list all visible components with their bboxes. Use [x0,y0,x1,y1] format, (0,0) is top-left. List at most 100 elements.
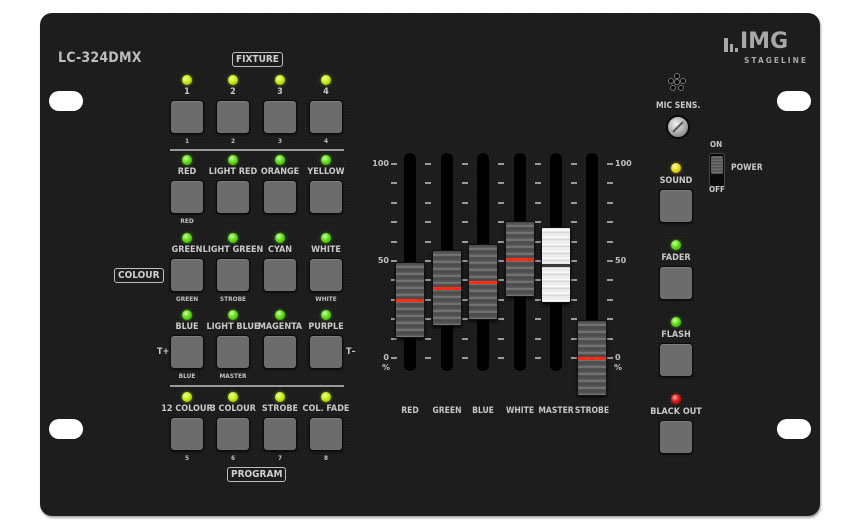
scale-tick [607,201,613,204]
scale-tick [498,298,504,301]
scale-label-mid-right: 50 [615,256,627,265]
scale-tick [462,163,468,165]
power-switch[interactable] [709,153,725,187]
scale-label-top-left: 100 [372,159,389,168]
button-blue[interactable] [170,335,204,369]
scale-tick [498,337,504,340]
fader-strobe[interactable] [577,320,607,396]
scale-tick [535,318,541,321]
button-label-light-red: LIGHT RED [208,167,258,177]
power-off-label: OFF [709,185,725,194]
led-magenta [275,310,285,320]
fader-label-green: GREEN [432,406,462,416]
tempo-minus-label: T– [346,347,356,357]
scale-label-top-right: 100 [615,159,632,168]
fader-white[interactable] [505,221,535,298]
button-label-col-fade: COL. FADE [302,404,350,414]
button-label-orange: ORANGE [260,167,300,177]
button-label-light-green: LIGHT GREEN [202,245,264,255]
fader-blue[interactable] [468,244,498,321]
button-label-strobe: STROBE [261,404,299,414]
power-label: POWER [731,163,763,173]
mic-sens-label: MIC SENS. [656,101,701,111]
button-1[interactable] [170,100,204,134]
scale-tick [425,182,431,185]
scale-tick [571,240,577,243]
led-green [182,233,192,243]
led-purple [321,310,331,320]
button-label-yellow: YELLOW [307,167,345,177]
scale-tick [571,318,577,321]
button-2[interactable] [216,100,250,134]
scale-tick [607,260,613,262]
scale-tick [498,182,504,185]
scale-tick [498,240,504,243]
mic-sensitivity-knob[interactable] [666,115,690,139]
rack-mount-hole-top-right [777,91,811,111]
led-orange [275,155,285,165]
button-12-colour[interactable] [170,417,204,451]
led-3 [275,75,285,85]
button-sublabel-blue: BLUE [178,372,196,380]
button-label-2: 2 [230,87,236,97]
led-red [182,155,192,165]
button-black-out[interactable] [659,420,693,454]
button-col-fade[interactable] [309,417,343,451]
led-light-red [228,155,238,165]
scale-tick [571,260,577,262]
led-cyan [275,233,285,243]
button-sublabel-2: 2 [230,137,236,145]
button-purple[interactable] [309,335,343,369]
scale-label-bottom-left: 0 [383,353,389,362]
scale-tick [535,182,541,185]
power-switch-lever[interactable] [711,156,723,174]
button-sublabel-3: 3 [277,137,283,145]
section-label-fixture: FIXTURE [232,52,283,67]
button-label-magenta: MAGENTA [257,322,303,332]
brand-logo: IMG STAGELINE [724,29,806,70]
button-sublabel-white: WHITE [315,295,337,303]
scale-tick [425,279,431,282]
button-4[interactable] [309,100,343,134]
fader-indicator-line [578,357,606,360]
button-white[interactable] [309,258,343,292]
button-3-colour[interactable] [216,417,250,451]
fader-indicator-line [506,258,534,262]
led-black-out [671,394,681,404]
button-green[interactable] [170,258,204,292]
scale-tick [391,221,397,224]
button-sound[interactable] [659,189,693,223]
button-label-light-blue: LIGHT BLUE [206,322,260,332]
fader-green[interactable] [432,250,462,327]
scale-tick [607,163,613,165]
scale-tick [571,182,577,185]
button-3[interactable] [263,100,297,134]
model-name: LC-324DMX [58,50,142,66]
button-yellow[interactable] [309,180,343,214]
button-fader[interactable] [659,266,693,300]
fader-red[interactable] [395,261,425,338]
microphone-icon [665,73,689,97]
button-light-red[interactable] [216,180,250,214]
scale-tick [535,337,541,340]
scale-tick [391,182,397,185]
button-label-green: GREEN [171,245,203,255]
scale-tick [535,221,541,224]
divider-program [170,385,344,387]
scale-label-mid-left: 50 [377,256,389,265]
scale-tick [391,357,397,359]
scale-tick [607,318,613,321]
button-flash[interactable] [659,343,693,377]
button-sublabel-light-green: STROBE [219,295,247,303]
button-cyan[interactable] [263,258,297,292]
fader-label-blue: BLUE [472,406,494,416]
button-magenta[interactable] [263,335,297,369]
button-light-blue[interactable] [216,335,250,369]
button-red[interactable] [170,180,204,214]
button-light-green[interactable] [216,258,250,292]
button-orange[interactable] [263,180,297,214]
button-strobe[interactable] [263,417,297,451]
fader-master[interactable] [541,226,571,303]
led-yellow [321,155,331,165]
scale-tick [498,201,504,204]
